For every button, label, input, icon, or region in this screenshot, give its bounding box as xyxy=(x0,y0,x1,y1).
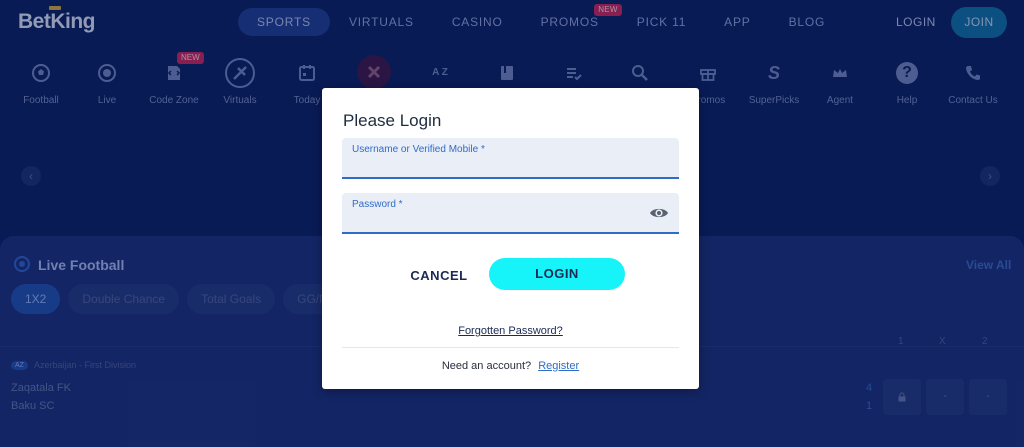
password-label: Password * xyxy=(352,199,403,210)
divider xyxy=(342,347,679,348)
register-prompt: Need an account? Register xyxy=(322,360,699,372)
username-field[interactable]: Username or Verified Mobile * xyxy=(342,138,679,179)
register-link[interactable]: Register xyxy=(538,360,579,372)
password-input[interactable] xyxy=(352,213,632,229)
cancel-button[interactable]: CANCEL xyxy=(404,266,474,286)
forgotten-password-link[interactable]: Forgotten Password? xyxy=(322,325,699,337)
login-modal: Please Login Username or Verified Mobile… xyxy=(322,88,699,389)
need-account-text: Need an account? xyxy=(441,360,532,372)
modal-title: Please Login xyxy=(343,111,442,130)
username-label: Username or Verified Mobile * xyxy=(352,144,485,155)
password-field[interactable]: Password * xyxy=(342,193,679,234)
show-password-icon[interactable] xyxy=(649,204,669,222)
login-button[interactable]: LOGIN xyxy=(489,258,625,290)
username-input[interactable] xyxy=(352,158,632,174)
